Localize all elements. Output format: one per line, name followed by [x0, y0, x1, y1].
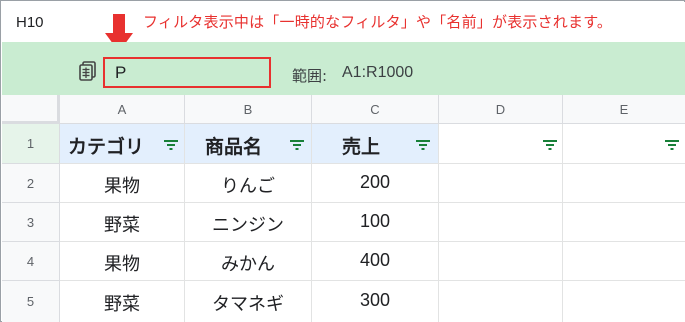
- cell-value: 野菜: [104, 215, 140, 236]
- column-header-b[interactable]: B: [185, 95, 312, 124]
- cell-value: タマネギ: [212, 294, 284, 315]
- table-cell[interactable]: みかん: [185, 242, 312, 281]
- table-cell[interactable]: 果物: [60, 164, 185, 203]
- table-cell[interactable]: [439, 281, 563, 322]
- annotation-text: フィルタ表示中は「一時的なフィルタ」や「名前」が表示されます。: [143, 13, 613, 31]
- table-cell[interactable]: [563, 164, 685, 203]
- row-header-1[interactable]: 1: [2, 124, 60, 164]
- header-cell-product[interactable]: 商品名: [185, 124, 312, 164]
- table-cell[interactable]: [439, 164, 563, 203]
- table-cell[interactable]: [563, 203, 685, 242]
- table-cell[interactable]: 野菜: [60, 203, 185, 242]
- table-cell[interactable]: 400: [312, 242, 439, 281]
- row-header-5[interactable]: 5: [2, 281, 60, 322]
- cell-value: ニンジン: [212, 215, 284, 236]
- table-cell[interactable]: 果物: [60, 242, 185, 281]
- cell-value: 200: [359, 172, 391, 192]
- table-cell[interactable]: [563, 242, 685, 281]
- table-cell[interactable]: 100: [312, 203, 439, 242]
- header-cell-d[interactable]: [439, 124, 563, 164]
- row-header-3[interactable]: 3: [2, 203, 60, 242]
- cell-value: 果物: [104, 254, 140, 275]
- cell-value: 400: [359, 250, 391, 270]
- funnel-icon[interactable]: [543, 140, 557, 150]
- filter-view-icon[interactable]: [79, 61, 97, 81]
- header-cell-e[interactable]: [563, 124, 685, 164]
- table-cell[interactable]: 野菜: [60, 281, 185, 322]
- cell-value: 野菜: [104, 294, 140, 315]
- column-header-a[interactable]: A: [60, 95, 185, 124]
- sheet-grid: A B C D E 1 2 3 4 5 カテゴリ 商品名 売上 果物 りんご 2…: [2, 95, 685, 322]
- range-value[interactable]: A1:R1000: [342, 64, 413, 82]
- row-header-4[interactable]: 4: [2, 242, 60, 281]
- table-cell[interactable]: [563, 281, 685, 322]
- name-box[interactable]: H10: [16, 14, 44, 31]
- funnel-icon[interactable]: [665, 140, 679, 150]
- header-cell-category[interactable]: カテゴリ: [60, 124, 185, 164]
- table-cell[interactable]: タマネギ: [185, 281, 312, 322]
- filter-view-bar: P 範囲: A1:R1000: [2, 42, 685, 95]
- funnel-icon[interactable]: [416, 140, 430, 150]
- range-label: 範囲:: [292, 67, 328, 85]
- cell-value: 果物: [104, 176, 140, 197]
- table-cell[interactable]: 300: [312, 281, 439, 322]
- column-header-e[interactable]: E: [563, 95, 685, 124]
- select-all-corner[interactable]: [2, 95, 60, 124]
- spreadsheet-window: H10 フィルタ表示中は「一時的なフィルタ」や「名前」が表示されます。 P 範囲…: [0, 0, 685, 322]
- cell-value: りんご: [221, 176, 275, 197]
- table-cell[interactable]: ニンジン: [185, 203, 312, 242]
- funnel-icon[interactable]: [290, 140, 304, 150]
- table-cell[interactable]: [439, 242, 563, 281]
- cell-value: みかん: [221, 254, 275, 275]
- row-header-2[interactable]: 2: [2, 164, 60, 203]
- column-header-d[interactable]: D: [439, 95, 563, 124]
- header-cell-sales[interactable]: 売上: [312, 124, 439, 164]
- table-cell[interactable]: 200: [312, 164, 439, 203]
- table-cell[interactable]: [439, 203, 563, 242]
- filter-name-input[interactable]: P: [103, 57, 271, 88]
- cell-value: 100: [359, 211, 391, 231]
- funnel-icon[interactable]: [164, 140, 178, 150]
- table-cell[interactable]: りんご: [185, 164, 312, 203]
- cell-value: 300: [359, 290, 391, 310]
- column-header-c[interactable]: C: [312, 95, 439, 124]
